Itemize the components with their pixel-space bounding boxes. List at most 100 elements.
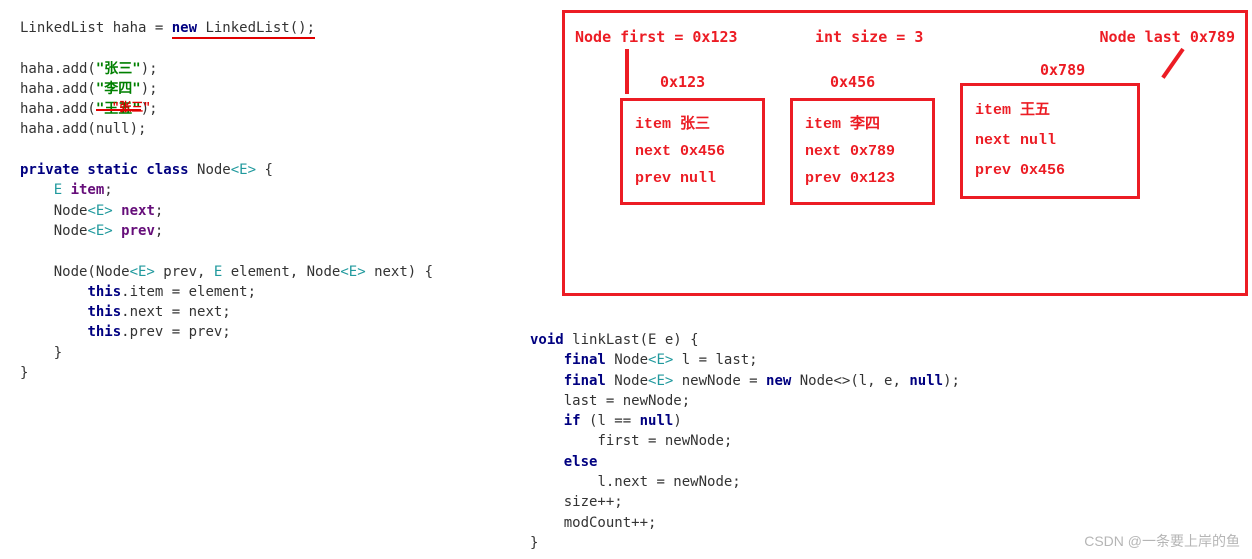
l1-name: linkLast — [572, 332, 639, 348]
addr1: 0x123 — [660, 73, 705, 91]
ctor-3: prev, — [155, 264, 214, 280]
addr3: 0x789 — [1040, 61, 1085, 79]
code-pre2: void linkLast(E e) { final Node<E> l = l… — [530, 330, 1230, 553]
node2-box: item 李四 next 0x789 prev 0x123 — [790, 98, 935, 205]
cls-mods: private static class — [20, 162, 197, 178]
cls-gen: <E> — [231, 162, 256, 178]
first-pointer-line — [625, 49, 629, 94]
l5-end: ) — [673, 413, 681, 429]
close2: } — [20, 365, 28, 381]
cls-name: Node — [197, 162, 231, 178]
add1-str: "张三" — [96, 61, 141, 77]
n2-prev-v: 0x123 — [850, 170, 895, 187]
add2-str: "李四" — [96, 81, 141, 97]
code-pre: LinkedList haha = new LinkedList(); haha… — [20, 18, 540, 383]
n2-item-v: 李四 — [850, 116, 880, 133]
f3-type: Node — [54, 223, 88, 239]
n2-next-k: next — [805, 143, 841, 160]
f3-name: prev — [113, 223, 155, 239]
l4: last = newNode; — [564, 393, 690, 409]
n1-prev-v: null — [680, 170, 716, 187]
decl-pre: LinkedList haha = — [20, 20, 172, 36]
n2-item-k: item — [805, 116, 841, 133]
add3-overlay: "张三" — [112, 98, 150, 115]
this3: this — [87, 324, 121, 340]
add4: haha.add(null); — [20, 121, 146, 137]
n3-prev-k: prev — [975, 162, 1011, 179]
n2-prev-k: prev — [805, 170, 841, 187]
decl-post: (); — [290, 20, 315, 36]
rest1: .item = element; — [121, 284, 256, 300]
size-label-text: int size = — [815, 28, 905, 46]
last-label: Node last 0x789 — [1100, 28, 1235, 46]
ctor-1: Node(Node — [54, 264, 130, 280]
l3-gen: <E> — [648, 373, 673, 389]
linked-list-diagram: Node first = 0x123 int size = 3 Node las… — [562, 10, 1248, 296]
f2-gen: <E> — [87, 203, 112, 219]
l2-type: Node — [614, 352, 648, 368]
l2-kw: final — [564, 352, 615, 368]
rest2: .next = next; — [121, 304, 231, 320]
f3-semi: ; — [155, 223, 163, 239]
size-val: 3 — [914, 28, 923, 46]
f3-gen: <E> — [87, 223, 112, 239]
l1-rest: (E e) { — [640, 332, 699, 348]
n1-prev-k: prev — [635, 170, 671, 187]
ctor-2: <E> — [130, 264, 155, 280]
l2-rest: l = last; — [673, 352, 757, 368]
add3-pre: haha.add( — [20, 101, 96, 117]
cls-brace: { — [256, 162, 273, 178]
addr2: 0x456 — [830, 73, 875, 91]
first-label: Node first = 0x123 — [575, 28, 738, 46]
last-label-text: Node last — [1100, 28, 1181, 46]
l10: modCount++; — [564, 515, 657, 531]
rclose: } — [530, 535, 538, 551]
left-code-block: LinkedList haha = new LinkedList(); haha… — [20, 18, 540, 383]
n3-next-k: next — [975, 132, 1011, 149]
l8: l.next = newNode; — [597, 474, 740, 490]
n1-next-v: 0x456 — [680, 143, 725, 160]
add1-post: ); — [141, 61, 158, 77]
rest3: .prev = prev; — [121, 324, 231, 340]
l9: size++; — [564, 494, 623, 510]
right-code-block: void linkLast(E e) { final Node<E> l = l… — [530, 330, 1230, 553]
l3-kw2: new — [766, 373, 800, 389]
node3-box: item 王五 next null prev 0x456 — [960, 83, 1140, 199]
f2-type: Node — [54, 203, 88, 219]
ctor-5: element, Node — [222, 264, 340, 280]
size-label: int size = 3 — [815, 28, 923, 46]
n1-item-k: item — [635, 116, 671, 133]
ctor-6: <E> — [340, 264, 365, 280]
watermark: CSDN @一条要上岸的鱼 — [1084, 531, 1240, 551]
new-kw: new — [172, 20, 206, 36]
l3-mid: newNode = — [673, 373, 766, 389]
decl-type: LinkedList — [205, 20, 289, 36]
f1-name: item — [71, 182, 105, 198]
f1-semi: ; — [104, 182, 112, 198]
add2-post: ); — [141, 81, 158, 97]
n2-next-v: 0x789 — [850, 143, 895, 160]
l6: first = newNode; — [597, 433, 732, 449]
n1-item-v: 张三 — [680, 116, 710, 133]
first-label-text: Node first = — [575, 28, 683, 46]
n1-next-k: next — [635, 143, 671, 160]
n3-next-v: null — [1020, 132, 1056, 149]
l3-end: ); — [943, 373, 960, 389]
node1-box: item 张三 next 0x456 prev null — [620, 98, 765, 205]
first-val: 0x123 — [692, 28, 737, 46]
l3-null: null — [909, 373, 943, 389]
n3-prev-v: 0x456 — [1020, 162, 1065, 179]
close1: } — [20, 345, 62, 361]
n3-item-k: item — [975, 102, 1011, 119]
ctor-7: next) { — [366, 264, 433, 280]
n3-item-v: 王五 — [1020, 102, 1050, 119]
f1-type: E — [54, 182, 71, 198]
l1-kw: void — [530, 332, 572, 348]
last-pointer-line — [1161, 48, 1184, 79]
l5-rest: (l == — [589, 413, 640, 429]
l2-gen: <E> — [648, 352, 673, 368]
l3-type: Node — [614, 373, 648, 389]
l7-kw: else — [564, 454, 598, 470]
l5-kw: if — [564, 413, 589, 429]
add1-pre: haha.add( — [20, 61, 96, 77]
